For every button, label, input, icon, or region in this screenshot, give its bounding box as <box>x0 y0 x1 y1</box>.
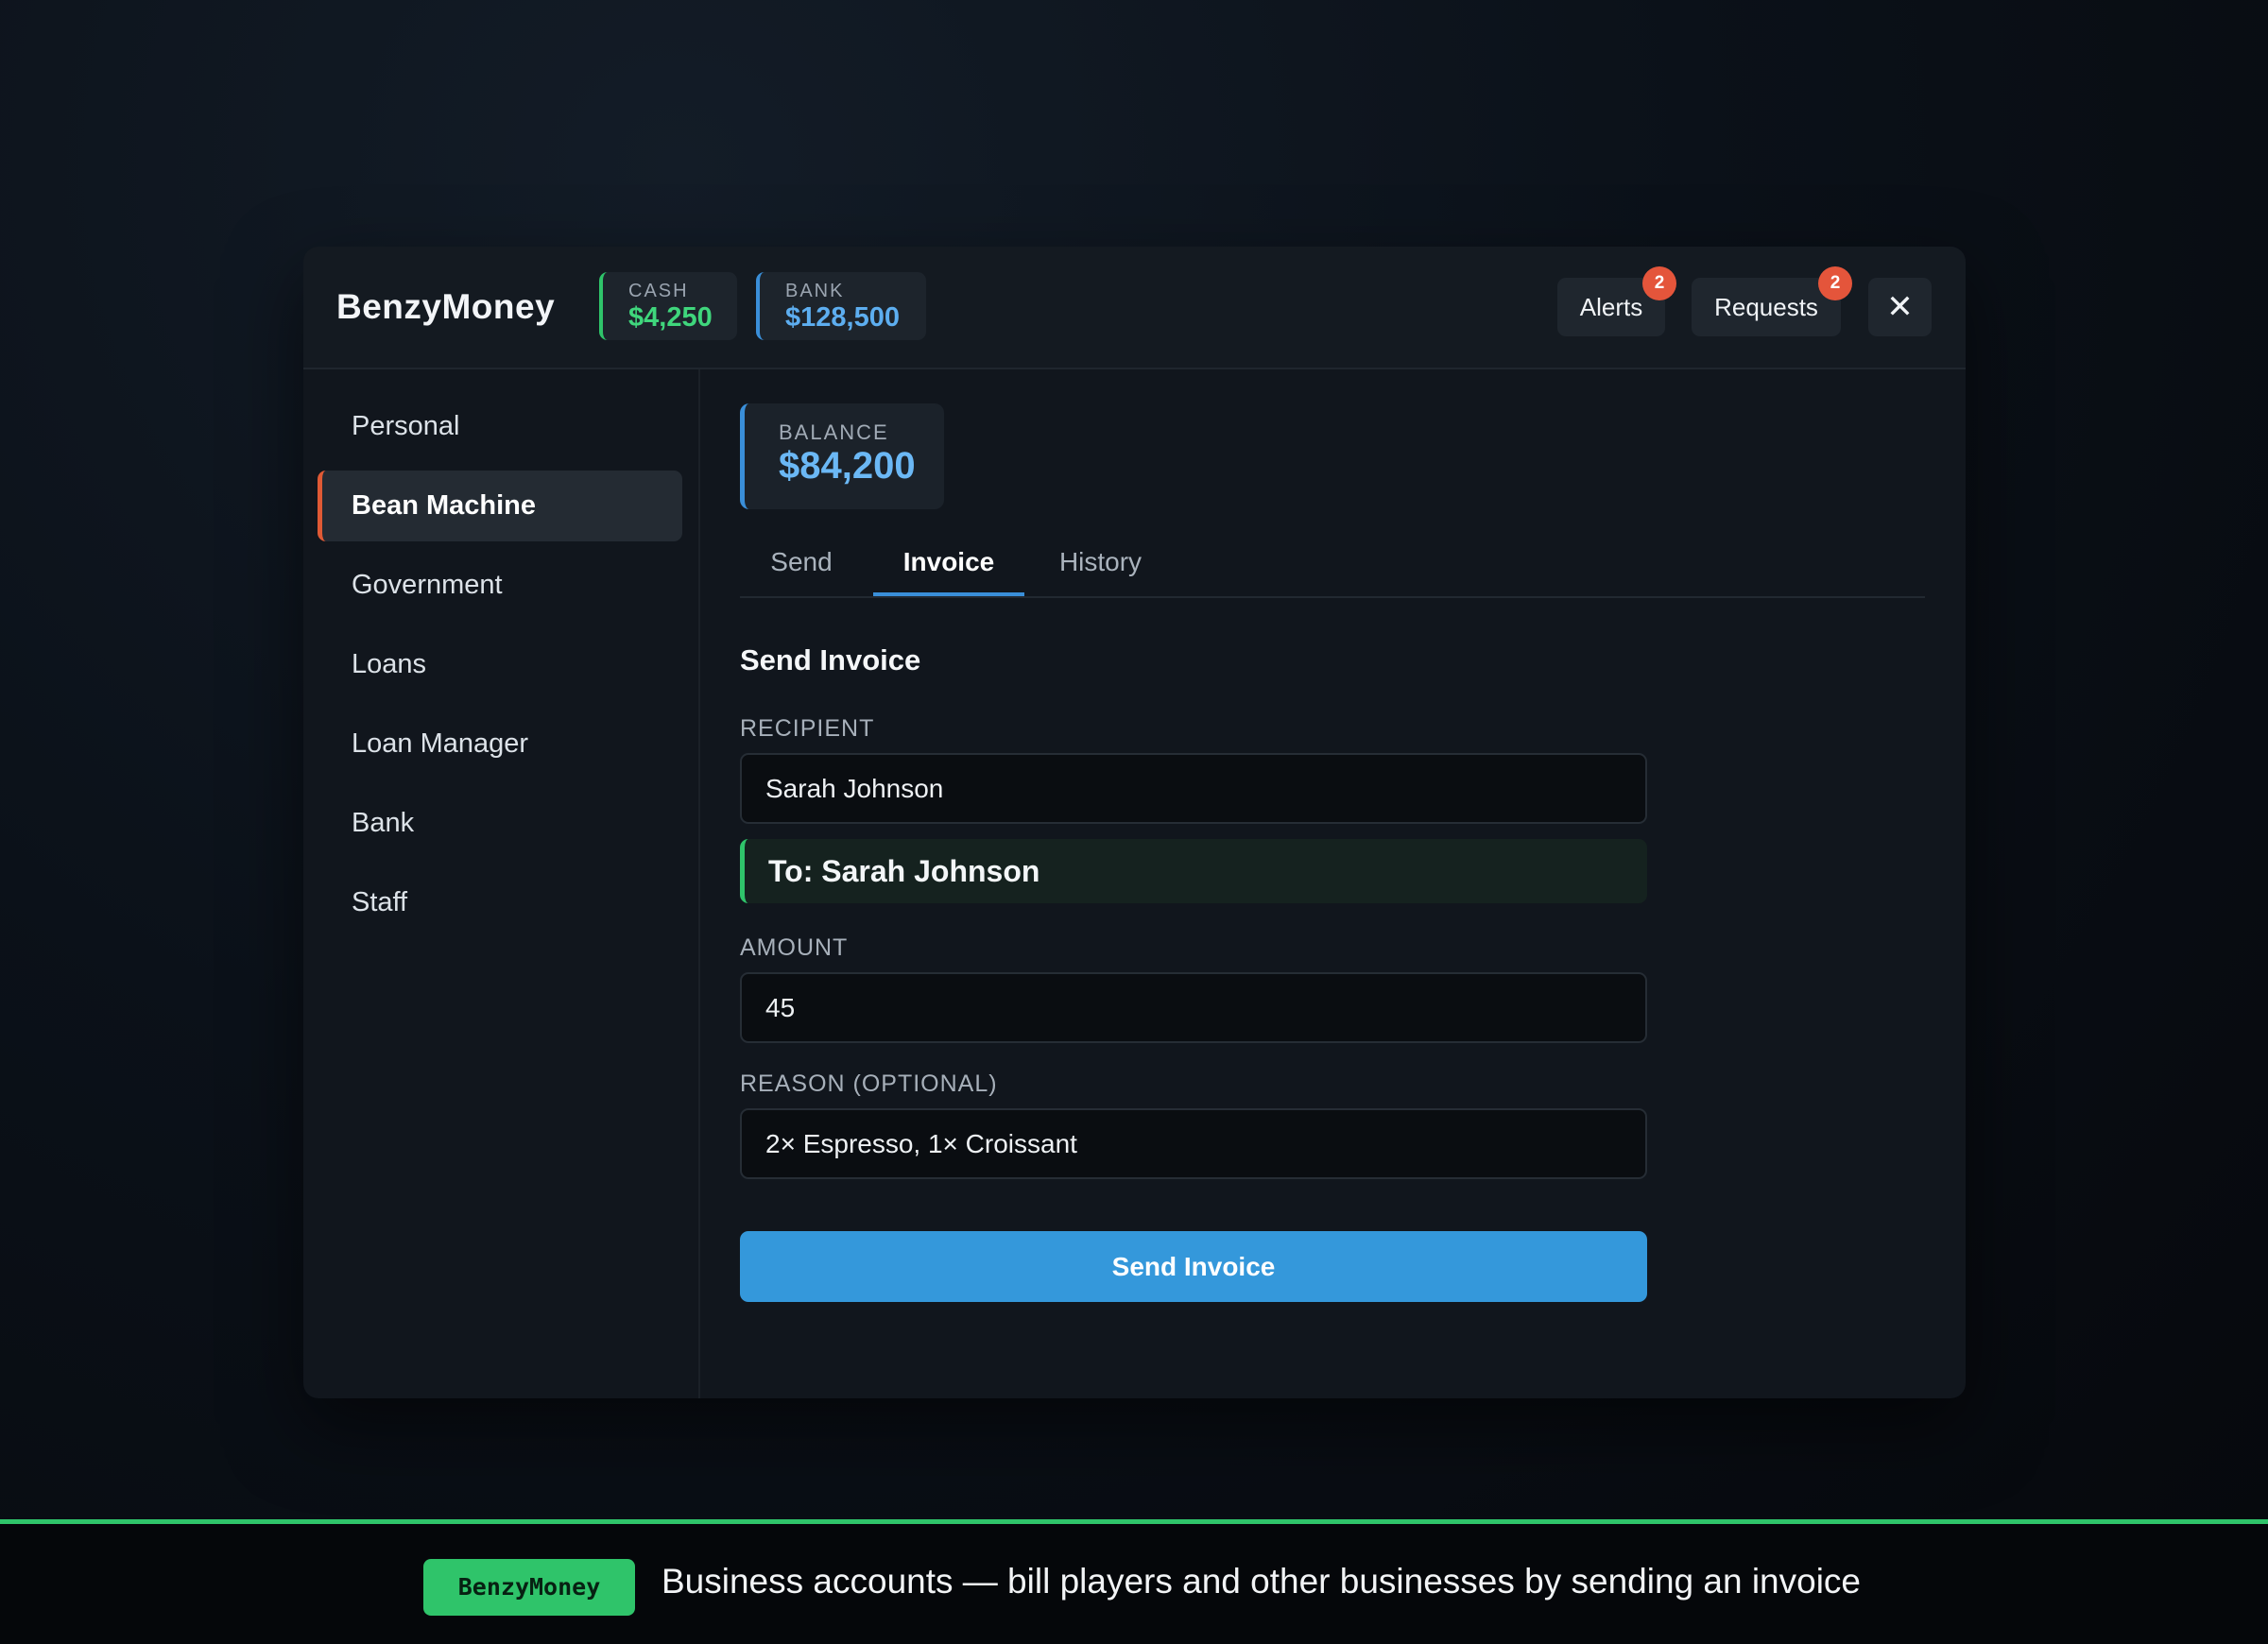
sidebar-item-staff[interactable]: Staff <box>318 867 682 938</box>
sidebar: Personal Bean Machine Government Loans L… <box>303 369 700 1398</box>
cash-label: CASH <box>628 281 689 301</box>
sidebar-item-loans[interactable]: Loans <box>318 629 682 700</box>
balance-label: BALANCE <box>779 420 889 444</box>
recipient-confirmation: To: Sarah Johnson <box>740 839 1647 903</box>
alerts-label: Alerts <box>1579 293 1643 321</box>
tab-history[interactable]: History <box>1032 538 1169 596</box>
alerts-button[interactable]: Alerts 2 <box>1557 266 1676 336</box>
recipient-input[interactable]: Sarah Johnson <box>740 753 1647 824</box>
sidebar-item-bean-machine[interactable]: Bean Machine <box>318 471 682 541</box>
close-button[interactable]: ✕ <box>1868 278 1932 336</box>
balance-value: $84,200 <box>779 445 916 487</box>
amount-label: AMOUNT <box>740 934 849 961</box>
amount-input[interactable]: 45 <box>740 972 1647 1043</box>
app-header: BenzyMoney CASH $4,250 BANK $128,500 Ale… <box>303 247 1966 369</box>
send-invoice-button[interactable]: Send Invoice <box>740 1231 1647 1302</box>
sidebar-item-loan-manager[interactable]: Loan Manager <box>318 709 682 779</box>
main-panel: BALANCE $84,200 Send Invoice History Sen… <box>700 369 1966 1398</box>
cash-wallet: CASH $4,250 <box>599 272 737 340</box>
footer-bar: BenzyMoney Business accounts — bill play… <box>0 1519 2268 1644</box>
reason-input[interactable]: 2× Espresso, 1× Croissant <box>740 1108 1647 1179</box>
bank-wallet: BANK $128,500 <box>756 272 926 340</box>
form-title: Send Invoice <box>740 643 921 676</box>
bank-value: $128,500 <box>785 302 900 333</box>
close-icon: ✕ <box>1886 289 1914 325</box>
requests-count-badge: 2 <box>1818 266 1852 300</box>
app-window: BenzyMoney CASH $4,250 BANK $128,500 Ale… <box>303 247 1966 1398</box>
tab-bar: Send Invoice History <box>740 538 1925 598</box>
sidebar-item-government[interactable]: Government <box>318 550 682 621</box>
app-title: BenzyMoney <box>336 287 556 326</box>
requests-button[interactable]: Requests 2 <box>1692 266 1852 336</box>
bank-label: BANK <box>785 281 845 301</box>
sidebar-item-personal[interactable]: Personal <box>318 391 682 462</box>
sidebar-item-bank[interactable]: Bank <box>318 788 682 859</box>
footer-caption: Business accounts — bill players and oth… <box>662 1562 1862 1601</box>
cash-value: $4,250 <box>628 302 713 333</box>
reason-label: REASON (OPTIONAL) <box>740 1070 998 1097</box>
alerts-count-badge: 2 <box>1642 266 1676 300</box>
footer-brand-badge: BenzyMoney <box>423 1559 635 1616</box>
requests-label: Requests <box>1714 293 1818 321</box>
balance-card: BALANCE $84,200 <box>740 403 944 509</box>
tab-send[interactable]: Send <box>740 538 863 596</box>
recipient-label: RECIPIENT <box>740 715 875 742</box>
tab-invoice[interactable]: Invoice <box>873 538 1024 596</box>
